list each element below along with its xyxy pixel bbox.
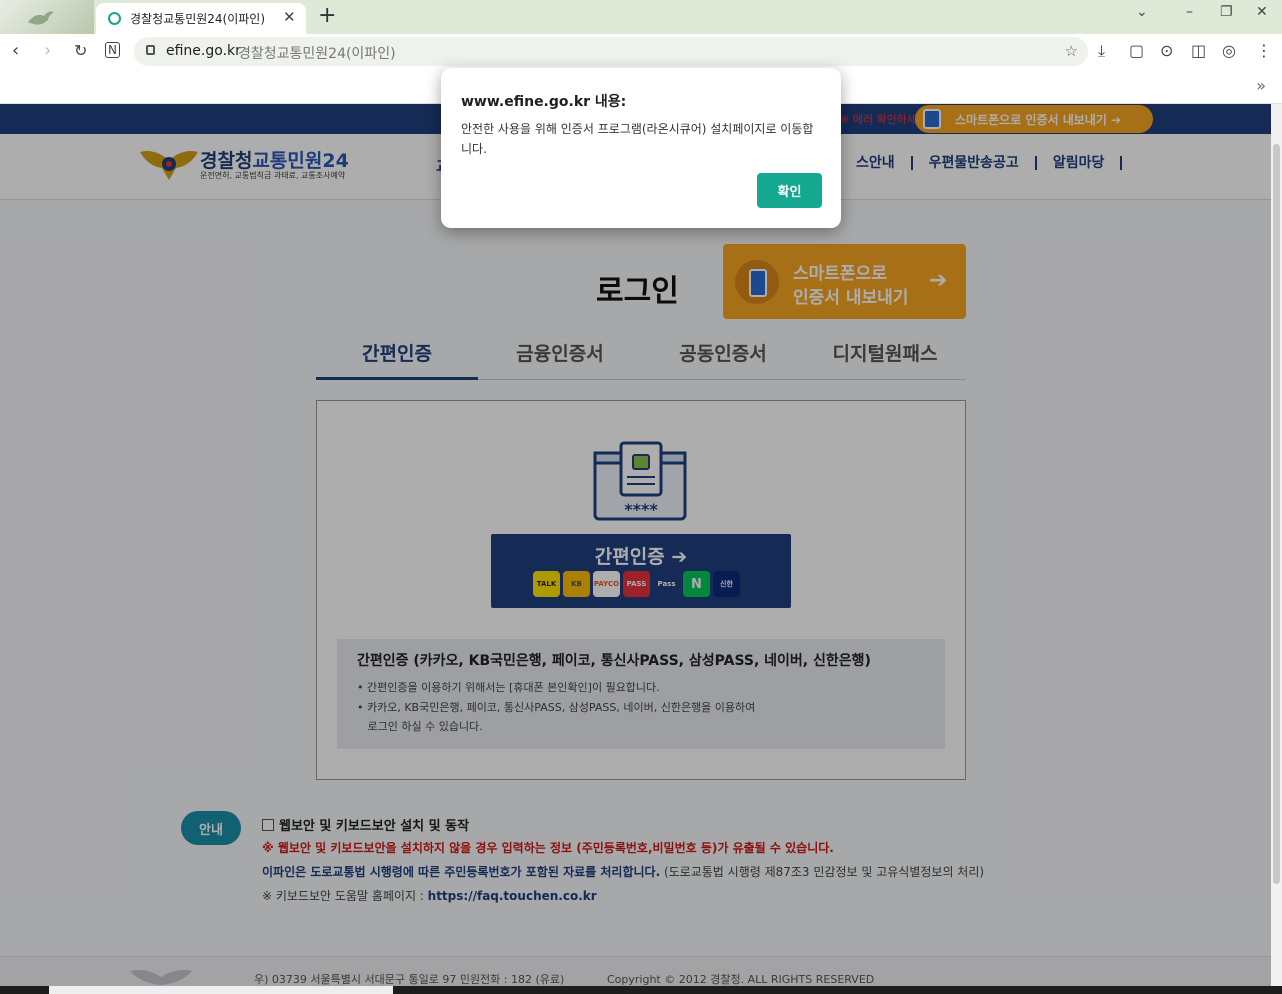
menu-kebab-icon[interactable]: ⋮ bbox=[1256, 42, 1272, 60]
tab-search-icon[interactable]: ⌄ bbox=[1136, 4, 1148, 20]
back-icon[interactable]: ‹ bbox=[12, 40, 19, 62]
forward-icon[interactable]: › bbox=[44, 40, 51, 62]
bookmark-star-icon[interactable]: ☆ bbox=[1065, 42, 1078, 60]
bookmarks-more-icon[interactable]: » bbox=[1256, 76, 1266, 95]
browser-tab-active[interactable]: 경찰청교통민원24(이파인) ✕ bbox=[96, 3, 306, 34]
profile-icon[interactable]: ◎ bbox=[1222, 42, 1236, 60]
restore-button[interactable]: ❐ bbox=[1220, 4, 1233, 20]
minimize-button[interactable]: – bbox=[1186, 4, 1193, 20]
tab-close-icon[interactable]: ✕ bbox=[283, 8, 296, 26]
naver-extension-icon[interactable]: N bbox=[105, 42, 120, 58]
close-window-button[interactable]: ✕ bbox=[1256, 4, 1268, 20]
side-panel-icon[interactable]: ◫ bbox=[1191, 42, 1206, 60]
dialog-title: www.efine.go.kr 내용: bbox=[461, 94, 627, 110]
browser-toolbar: ‹ › ↻ N efine.go.kr 경찰청교통민원24(이파인) ☆ ⤓ ▢… bbox=[0, 34, 1282, 70]
url-text: efine.go.kr bbox=[166, 43, 241, 59]
scrollbar-thumb[interactable] bbox=[1273, 144, 1280, 884]
cast-icon[interactable]: ▢ bbox=[1129, 42, 1144, 60]
modal-backdrop bbox=[0, 104, 1282, 986]
lock-icon[interactable] bbox=[146, 45, 155, 55]
bird-theme-icon bbox=[28, 11, 54, 25]
reload-icon[interactable]: ↻ bbox=[74, 40, 87, 62]
taskbar-light-segment bbox=[49, 986, 393, 994]
alert-dialog: www.efine.go.kr 내용: 안전한 사용을 위해 인증서 프로그램(… bbox=[441, 68, 841, 228]
site-favicon-icon bbox=[108, 12, 121, 25]
tab-strip-theme-art bbox=[0, 0, 94, 34]
new-tab-button[interactable]: + bbox=[318, 4, 336, 28]
tab-title: 경찰청교통민원24(이파인) bbox=[130, 12, 266, 26]
download-icon[interactable]: ⤓ bbox=[1098, 42, 1105, 60]
page-scrollbar[interactable] bbox=[1271, 104, 1282, 986]
url-page-title: 경찰청교통민원24(이파인) bbox=[238, 46, 396, 62]
browser-tab-strip: 경찰청교통민원24(이파인) ✕ + ⌄ – ❐ ✕ bbox=[0, 0, 1282, 34]
taskbar-edge bbox=[0, 986, 1282, 994]
dialog-ok-button[interactable]: 확인 bbox=[757, 173, 822, 208]
dialog-message: 안전한 사용을 위해 인증서 프로그램(라온시큐어) 설치페이지로 이동합니다. bbox=[461, 122, 814, 156]
screenshot-icon[interactable]: ⊙ bbox=[1160, 42, 1173, 60]
address-bar[interactable]: efine.go.kr 경찰청교통민원24(이파인) ☆ bbox=[134, 37, 1088, 66]
